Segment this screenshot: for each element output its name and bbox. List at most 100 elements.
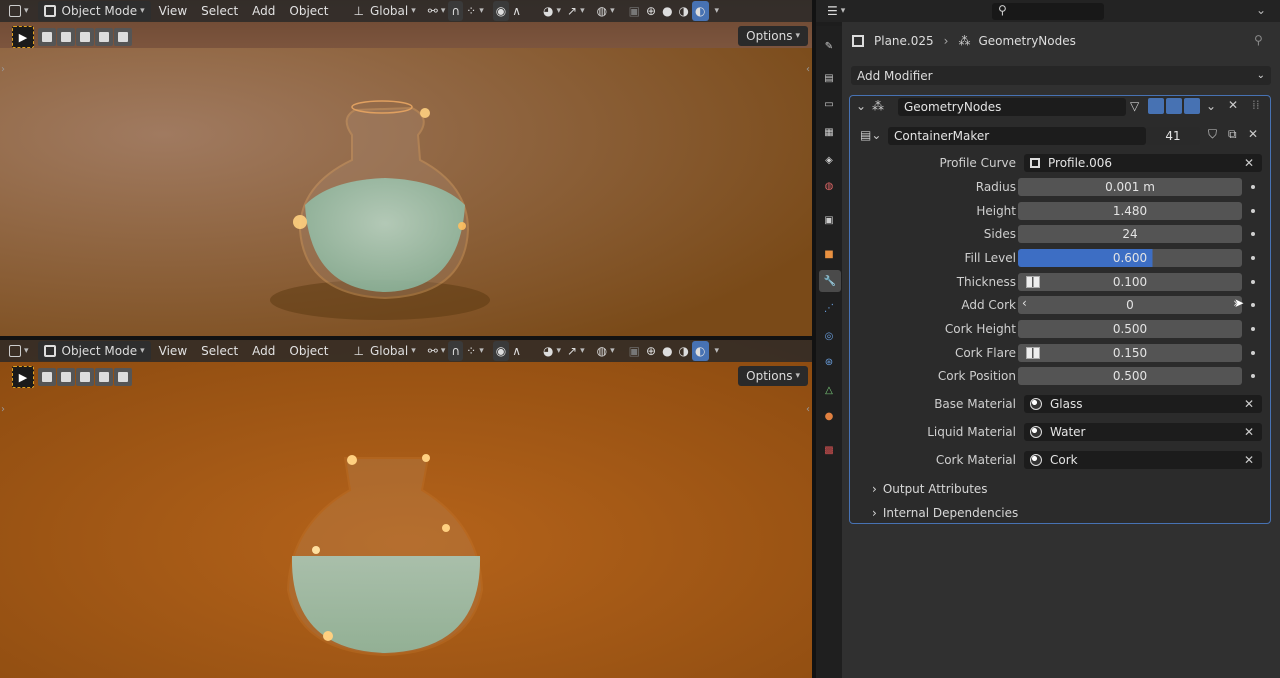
properties-editor-type[interactable]: ☰ ▾	[824, 1, 848, 21]
keyframe-dot-icon[interactable]	[1251, 374, 1255, 378]
xray-toggle[interactable]: ▣	[626, 341, 643, 361]
menu-view[interactable]: View	[159, 4, 187, 18]
falloff-button[interactable]: ∧	[509, 341, 524, 361]
snap-toggle[interactable]: ∩	[448, 1, 464, 21]
overlay-button[interactable]: ◍ ▾	[594, 341, 618, 361]
properties-search[interactable]: ⚲	[992, 3, 1104, 20]
select-tool[interactable]: ▶	[12, 366, 34, 388]
mode-dropdown[interactable]: Object Mode ▾	[37, 1, 151, 21]
proportional-toggle[interactable]: ◉	[492, 1, 510, 21]
slider-field[interactable]: 0.600	[1018, 249, 1242, 267]
visibility-button[interactable]: ◕ ▾	[540, 1, 564, 21]
node-group-field[interactable]: ContainerMaker	[888, 127, 1146, 145]
tab-constraints[interactable]: ⊛	[821, 354, 837, 370]
editor-type-button[interactable]: ▾	[6, 1, 32, 21]
menu-view[interactable]: View	[159, 344, 187, 358]
keyframe-dot-icon[interactable]	[1251, 280, 1255, 284]
shading-material[interactable]: ◑	[676, 1, 692, 21]
keyframe-dot-icon[interactable]	[1251, 232, 1255, 236]
shading-wireframe[interactable]: ⊕	[643, 1, 659, 21]
snap-settings[interactable]: ⁘ ▾	[463, 341, 487, 361]
pivot-button[interactable]: ⚯ ▾	[425, 1, 449, 21]
tab-collection[interactable]: ▣	[821, 212, 837, 228]
left-edge-arrow[interactable]: ›	[1, 64, 5, 75]
shading-rendered[interactable]: ◐	[692, 341, 709, 361]
pin-icon[interactable]: ⚲	[1254, 33, 1263, 47]
keyframe-dot-icon[interactable]	[1251, 185, 1255, 189]
gizmo-button[interactable]: ↗ ▾	[564, 1, 588, 21]
shading-solid[interactable]: ●	[659, 341, 675, 361]
shading-dropdown[interactable]: ▾	[709, 341, 723, 361]
tab-physics[interactable]: ◎	[821, 328, 837, 344]
pivot-button[interactable]: ⚯ ▾	[425, 341, 449, 361]
proportional-toggle[interactable]: ◉	[492, 341, 510, 361]
visibility-button[interactable]: ◕ ▾	[540, 341, 564, 361]
xray-toggle[interactable]: ▣	[626, 1, 643, 21]
snap-settings[interactable]: ⁘ ▾	[463, 1, 487, 21]
number-field[interactable]: 0.500	[1018, 320, 1242, 338]
options-dropdown-top[interactable]: Options ▾	[738, 26, 808, 46]
cage-toggle-icon[interactable]	[1148, 98, 1164, 114]
material-field[interactable]: Glass ✕	[1024, 395, 1262, 413]
menu-select[interactable]: Select	[201, 4, 238, 18]
unlink-icon[interactable]: ✕	[1248, 127, 1258, 141]
menu-select[interactable]: Select	[201, 344, 238, 358]
material-field[interactable]: Water ✕	[1024, 423, 1262, 441]
keyframe-dot-icon[interactable]	[1251, 351, 1255, 355]
stepper-field[interactable]: ‹ › 0	[1018, 296, 1242, 314]
orientation-dropdown[interactable]: ⊥ Global ▾	[351, 1, 419, 21]
select-subtract[interactable]	[76, 28, 94, 46]
tab-texture[interactable]: ▩	[821, 442, 837, 458]
material-field[interactable]: Cork ✕	[1024, 451, 1262, 469]
menu-object[interactable]: Object	[289, 344, 328, 358]
select-intersect[interactable]	[114, 368, 132, 386]
number-field[interactable]: 0.150	[1018, 344, 1242, 362]
keyframe-dot-icon[interactable]	[1251, 209, 1255, 213]
shading-dropdown[interactable]: ▾	[709, 1, 723, 21]
right-edge-arrow[interactable]: ‹	[806, 64, 810, 75]
tab-modifiers[interactable]: 🔧	[819, 270, 841, 292]
shading-rendered[interactable]: ◐	[692, 1, 709, 21]
falloff-button[interactable]: ∧	[509, 1, 524, 21]
tab-tool[interactable]: ✎	[821, 38, 837, 54]
clear-icon[interactable]: ✕	[1244, 425, 1254, 439]
snap-toggle[interactable]: ∩	[448, 341, 464, 361]
clear-icon[interactable]: ✕	[1244, 453, 1254, 467]
duplicate-icon[interactable]: ⧉	[1228, 127, 1237, 142]
drag-handle-icon[interactable]: ⁞⁞	[1252, 98, 1260, 112]
tab-render[interactable]: ▤	[821, 70, 837, 86]
modifier-menu-icon[interactable]: ⌄	[1206, 99, 1216, 113]
viewport-top[interactable]: ▾ Object Mode ▾ View Select Add Object ⊥ G…	[0, 0, 812, 336]
internal-dependencies-section[interactable]: › Internal Dependencies	[872, 506, 1018, 520]
number-field[interactable]: 24	[1018, 225, 1242, 243]
clear-icon[interactable]: ✕	[1244, 397, 1254, 411]
select-extend[interactable]	[57, 28, 75, 46]
keyframe-dot-icon[interactable]	[1251, 256, 1255, 260]
clear-icon[interactable]: ✕	[1244, 156, 1254, 170]
tab-scene[interactable]: ◈	[821, 152, 837, 168]
overlay-button[interactable]: ◍ ▾	[594, 1, 618, 21]
output-attributes-section[interactable]: › Output Attributes	[872, 482, 988, 496]
select-invert[interactable]	[95, 368, 113, 386]
tab-output[interactable]: ▭	[821, 96, 837, 112]
collapse-chevron-icon[interactable]: ⌄	[856, 99, 866, 113]
node-tree-icon[interactable]: ▤⌄	[860, 128, 881, 142]
add-modifier-button[interactable]: Add Modifier ⌄	[851, 66, 1271, 85]
tab-material[interactable]: ●	[821, 408, 837, 424]
properties-options[interactable]: ⌄	[1256, 3, 1266, 17]
tab-data[interactable]: △	[821, 382, 837, 398]
select-new[interactable]	[38, 28, 56, 46]
viewport-bottom[interactable]: ▾ Object Mode ▾ View Select Add Object ⊥ G…	[0, 340, 812, 678]
keyframe-dot-icon[interactable]	[1251, 327, 1255, 331]
menu-add[interactable]: Add	[252, 4, 275, 18]
orientation-dropdown-bottom[interactable]: ⊥ Global ▾	[351, 341, 419, 361]
number-field[interactable]: 0.001 m	[1018, 178, 1242, 196]
keyframe-dot-icon[interactable]	[1251, 303, 1255, 307]
menu-object[interactable]: Object	[289, 4, 328, 18]
edit-mode-toggle-icon[interactable]: ▽	[1130, 99, 1139, 113]
tab-view-layer[interactable]: ▦	[821, 124, 837, 140]
left-edge-arrow[interactable]: ›	[1, 404, 5, 415]
menu-add[interactable]: Add	[252, 344, 275, 358]
number-field[interactable]: 0.100	[1018, 273, 1242, 291]
select-intersect[interactable]	[114, 28, 132, 46]
